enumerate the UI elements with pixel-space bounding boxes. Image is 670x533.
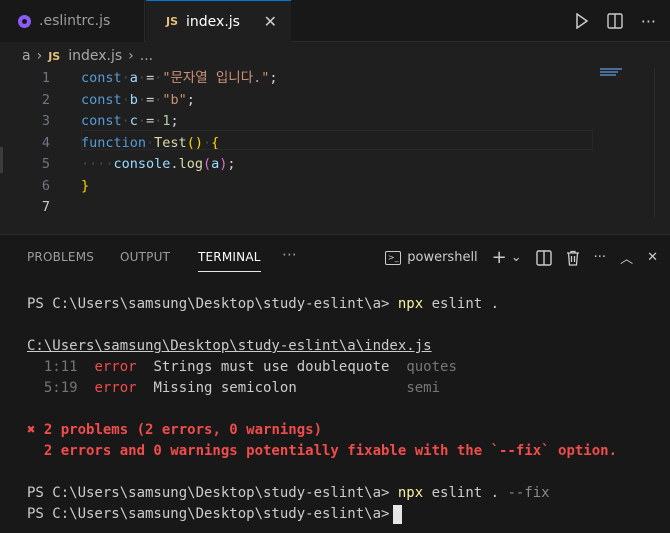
trash-icon[interactable] bbox=[566, 250, 580, 266]
tab-label: .eslintrc.js bbox=[39, 13, 111, 29]
breadcrumb-symbols[interactable]: ... bbox=[140, 48, 153, 64]
chevron-right-icon: › bbox=[36, 48, 43, 64]
js-icon: JS bbox=[48, 49, 61, 63]
terminal-cursor bbox=[393, 504, 403, 524]
code-text: const·c·=·1; bbox=[81, 113, 179, 129]
code-line[interactable]: 3 const·c·=·1; bbox=[0, 111, 600, 132]
tab-eslintrc[interactable]: .eslintrc.js bbox=[0, 0, 145, 42]
line-number: 3 bbox=[41, 113, 50, 129]
line-number: 1 bbox=[41, 70, 50, 86]
split-terminal-icon[interactable] bbox=[535, 249, 552, 266]
code-text: ····console.log(a); bbox=[81, 156, 236, 172]
bottom-panel: PROBLEMS OUTPUT TERMINAL ··· >_ powershel… bbox=[0, 234, 670, 533]
code-text: const·a·=·"문자열 입니다."; bbox=[81, 70, 278, 86]
line-number: 4 bbox=[41, 134, 50, 151]
shell-name: powershell bbox=[407, 250, 478, 265]
panel-actions: >_ powershell + ⌄ ··· ︿ ✕ bbox=[385, 247, 658, 268]
editor-actions: ··· bbox=[575, 0, 656, 42]
more-actions-icon[interactable]: ··· bbox=[594, 250, 606, 265]
terminal-line: PS C:\Users\samsung\Desktop\study-eslint… bbox=[27, 296, 500, 312]
panel-tabs: PROBLEMS OUTPUT TERMINAL ··· >_ powershel… bbox=[0, 235, 670, 279]
code-line[interactable]: 7 bbox=[0, 197, 600, 218]
code-line[interactable]: 2 const·b·=·"b"; bbox=[0, 90, 600, 111]
editor-tab-bar: .eslintrc.js JS index.js ✕ ··· bbox=[0, 0, 670, 42]
line-number: 5 bbox=[41, 156, 50, 172]
terminal-fixable: 2 errors and 0 warnings potentially fixa… bbox=[27, 443, 618, 459]
code-line[interactable]: 6} bbox=[0, 176, 600, 197]
line-number: 2 bbox=[41, 91, 50, 108]
close-icon[interactable]: ✕ bbox=[647, 250, 658, 265]
terminal-line: PS C:\Users\samsung\Desktop\study-eslint… bbox=[27, 504, 403, 525]
line-number: 6 bbox=[41, 177, 50, 194]
more-icon[interactable]: ··· bbox=[282, 246, 297, 264]
add-terminal-icon[interactable]: + bbox=[492, 247, 507, 268]
split-editor-icon[interactable] bbox=[607, 13, 623, 29]
tab-problems[interactable]: PROBLEMS bbox=[27, 250, 94, 264]
tab-output[interactable]: OUTPUT bbox=[120, 250, 170, 264]
terminal-summary: ✖ 2 problems (2 errors, 0 warnings) bbox=[27, 422, 323, 438]
breadcrumb-file[interactable]: index.js bbox=[68, 48, 122, 64]
terminal-selector[interactable]: >_ powershell bbox=[385, 250, 478, 265]
chevron-up-icon[interactable]: ︿ bbox=[620, 248, 633, 267]
run-icon[interactable] bbox=[575, 13, 589, 29]
js-icon: JS bbox=[166, 15, 179, 28]
editor-scrollbar[interactable] bbox=[654, 68, 655, 218]
close-icon[interactable]: ✕ bbox=[264, 12, 277, 31]
tab-label: index.js bbox=[186, 13, 240, 30]
eslint-icon bbox=[18, 14, 31, 28]
chevron-down-icon[interactable]: ⌄ bbox=[511, 250, 522, 265]
minimap[interactable] bbox=[600, 68, 628, 76]
terminal-file-link[interactable]: C:\Users\samsung\Desktop\study-eslint\a\… bbox=[27, 336, 432, 357]
code-text: } bbox=[81, 177, 90, 194]
sash bbox=[0, 147, 3, 173]
tab-index-js[interactable]: JS index.js ✕ bbox=[146, 0, 291, 42]
tab-terminal[interactable]: TERMINAL bbox=[198, 250, 261, 272]
terminal-problem: 5:19 error Missing semicolon semi bbox=[43, 380, 441, 396]
chevron-right-icon: › bbox=[128, 48, 134, 64]
terminal-problem: 1:11 error Strings must use doublequote … bbox=[43, 359, 457, 375]
code-line[interactable]: 5 ····console.log(a); bbox=[0, 154, 600, 175]
terminal-line: PS C:\Users\samsung\Desktop\study-eslint… bbox=[27, 485, 550, 501]
breadcrumb: a › JS index.js › ... bbox=[22, 42, 153, 70]
code-text: const·b·=·"b"; bbox=[81, 91, 195, 108]
breadcrumb-folder[interactable]: a bbox=[22, 48, 31, 64]
terminal-icon: >_ bbox=[385, 250, 402, 265]
more-actions-icon[interactable]: ··· bbox=[641, 12, 656, 31]
current-line-highlight bbox=[81, 130, 593, 150]
line-number: 7 bbox=[41, 199, 50, 215]
code-line[interactable]: 1 const·a·=·"문자열 입니다."; bbox=[0, 68, 600, 89]
